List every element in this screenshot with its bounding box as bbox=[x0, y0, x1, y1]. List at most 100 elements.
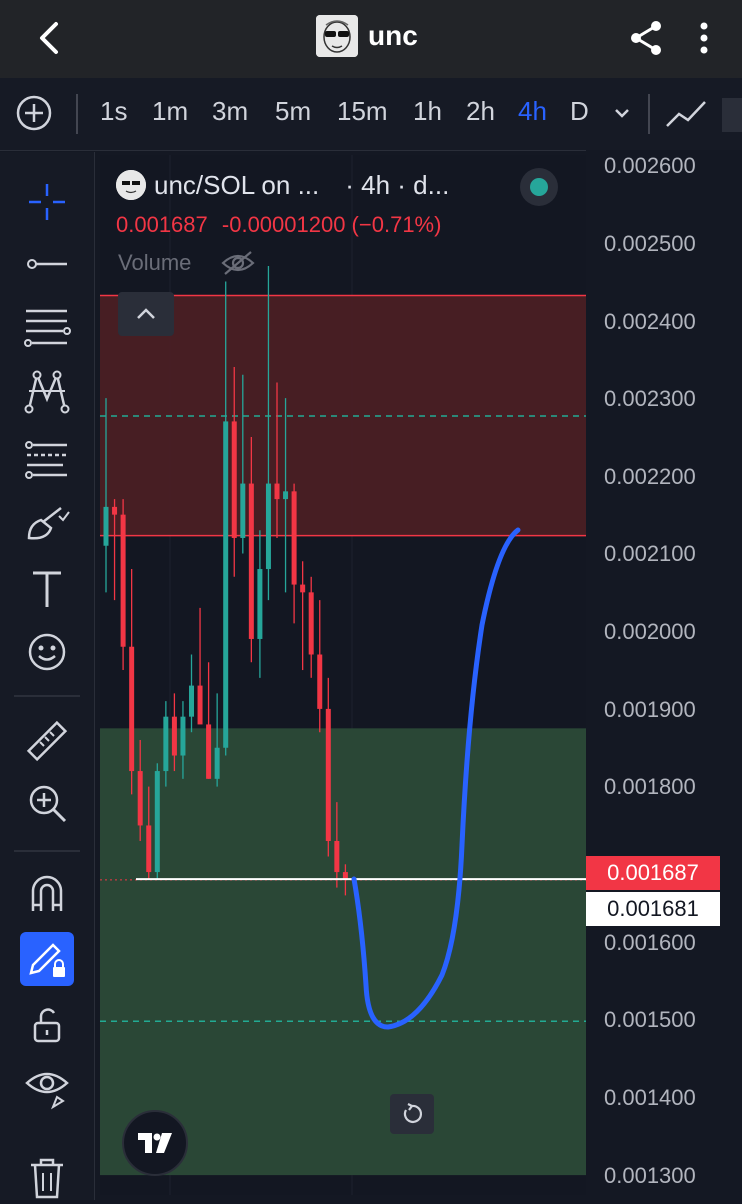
eye-off-icon[interactable] bbox=[221, 250, 256, 276]
candle-body bbox=[112, 506, 118, 515]
token-title-group[interactable]: unc bbox=[316, 14, 418, 58]
more-options-icon[interactable] bbox=[690, 18, 718, 58]
market-open-dot bbox=[530, 178, 548, 196]
candle-body bbox=[103, 506, 109, 546]
price-tick: 0.002300 bbox=[604, 386, 696, 411]
candle-body bbox=[171, 716, 177, 756]
symbol-name[interactable]: unc/SOL on ... bbox=[154, 170, 319, 201]
legend-change: -0.00001200 (−0.71%) bbox=[221, 212, 442, 237]
price-tick: 0.002000 bbox=[604, 619, 696, 644]
tab-5m[interactable]: 5m bbox=[275, 96, 311, 127]
hide-drawings-tool[interactable] bbox=[20, 1060, 74, 1114]
price-axis[interactable] bbox=[586, 150, 742, 1200]
legend-price-row: 0.001687 -0.00001200 (−0.71%) bbox=[116, 212, 441, 238]
price-tick: 0.002500 bbox=[604, 231, 696, 256]
crosshair-icon bbox=[29, 184, 65, 220]
text-tool[interactable] bbox=[20, 562, 74, 616]
candle-body bbox=[180, 716, 186, 756]
lock-all-tool[interactable] bbox=[20, 998, 74, 1052]
brush-icon bbox=[27, 507, 70, 540]
candle-body bbox=[231, 421, 237, 538]
trash-icon bbox=[31, 1158, 63, 1199]
candle-body bbox=[325, 708, 331, 841]
reset-chart-button[interactable] bbox=[390, 1094, 434, 1134]
emoji-tool[interactable] bbox=[20, 625, 74, 679]
candle-body bbox=[248, 483, 254, 639]
eye-icon bbox=[25, 1072, 69, 1110]
tab-1m[interactable]: 1m bbox=[152, 96, 188, 127]
horizontal-line-icon bbox=[27, 259, 67, 269]
sidebar-divider bbox=[14, 850, 80, 852]
market-status-indicator[interactable] bbox=[520, 168, 558, 206]
tradingview-logo[interactable] bbox=[122, 1110, 188, 1176]
tab-d[interactable]: D bbox=[570, 96, 589, 127]
add-indicator-icon[interactable] bbox=[14, 93, 54, 133]
price-tick: 0.001300 bbox=[604, 1163, 696, 1188]
tab-4h[interactable]: 4h bbox=[518, 96, 547, 127]
projection-icon bbox=[25, 441, 67, 479]
candle-body bbox=[163, 716, 169, 772]
candle-body bbox=[137, 771, 143, 826]
share-icon[interactable] bbox=[626, 18, 666, 58]
sidebar-divider bbox=[14, 695, 80, 697]
support-zone bbox=[100, 728, 586, 1176]
zoom-tool[interactable] bbox=[20, 776, 74, 830]
ruler-tool[interactable] bbox=[20, 714, 74, 768]
crosshair-price-label: 0.001681 bbox=[586, 892, 720, 926]
page-title: unc bbox=[368, 20, 418, 51]
chart-type-icon[interactable] bbox=[664, 96, 708, 132]
candle-body bbox=[240, 483, 246, 538]
candle-body bbox=[223, 421, 229, 748]
candle-body bbox=[129, 646, 135, 772]
reset-icon bbox=[403, 1103, 423, 1123]
trend-line-tool[interactable] bbox=[20, 237, 74, 291]
tab-15m[interactable]: 15m bbox=[337, 96, 388, 127]
chart-legend[interactable]: unc/SOL on ... · 4h · d... bbox=[116, 168, 556, 202]
candle-body bbox=[334, 840, 340, 873]
candle-body bbox=[283, 491, 289, 500]
text-tool-icon bbox=[33, 571, 61, 607]
token-avatar bbox=[316, 15, 358, 57]
tab-1h[interactable]: 1h bbox=[413, 96, 442, 127]
price-tick: 0.001800 bbox=[604, 774, 696, 799]
remove-drawings-tool[interactable] bbox=[20, 1150, 74, 1204]
magnet-icon bbox=[31, 875, 63, 911]
projection-tool[interactable] bbox=[20, 432, 74, 486]
pair-logo bbox=[116, 170, 146, 200]
unlock-icon bbox=[33, 1008, 61, 1043]
price-tick: 0.001900 bbox=[604, 697, 696, 722]
candle-body bbox=[300, 584, 306, 593]
legend-price: 0.001687 bbox=[116, 212, 208, 237]
fib-tool[interactable] bbox=[20, 300, 74, 354]
chevron-down-icon[interactable] bbox=[610, 98, 634, 128]
toolbar-divider bbox=[648, 94, 650, 134]
price-tick: 0.001500 bbox=[604, 1007, 696, 1032]
price-tick: 0.002100 bbox=[604, 541, 696, 566]
back-arrow-icon[interactable] bbox=[28, 16, 72, 60]
candle-body bbox=[291, 491, 297, 585]
tab-1s[interactable]: 1s bbox=[100, 96, 127, 127]
candle-body bbox=[189, 685, 194, 717]
price-tick: 0.002600 bbox=[604, 153, 696, 178]
pattern-icon bbox=[24, 370, 70, 414]
candle-body bbox=[146, 825, 152, 873]
candle-body bbox=[308, 592, 314, 655]
brush-tool[interactable] bbox=[20, 497, 74, 551]
lock-drawing-icon bbox=[29, 943, 65, 977]
stay-in-drawing-mode-tool[interactable] bbox=[20, 932, 74, 986]
collapse-legend-button[interactable] bbox=[118, 292, 174, 336]
toolbar-overflow[interactable] bbox=[722, 98, 742, 132]
ruler-icon bbox=[26, 720, 68, 762]
crosshair-tool[interactable] bbox=[20, 175, 74, 229]
candle-body bbox=[197, 685, 203, 725]
fib-retracement-icon bbox=[24, 309, 71, 347]
candle-body bbox=[257, 569, 263, 639]
tab-2h[interactable]: 2h bbox=[466, 96, 495, 127]
tab-3m[interactable]: 3m bbox=[212, 96, 248, 127]
pattern-tool[interactable] bbox=[20, 364, 74, 418]
candle-body bbox=[154, 771, 160, 873]
price-tick: 0.002400 bbox=[604, 309, 696, 334]
candle-body bbox=[206, 724, 212, 779]
magnet-tool[interactable] bbox=[20, 866, 74, 920]
tradingview-logo-icon bbox=[138, 1133, 172, 1153]
